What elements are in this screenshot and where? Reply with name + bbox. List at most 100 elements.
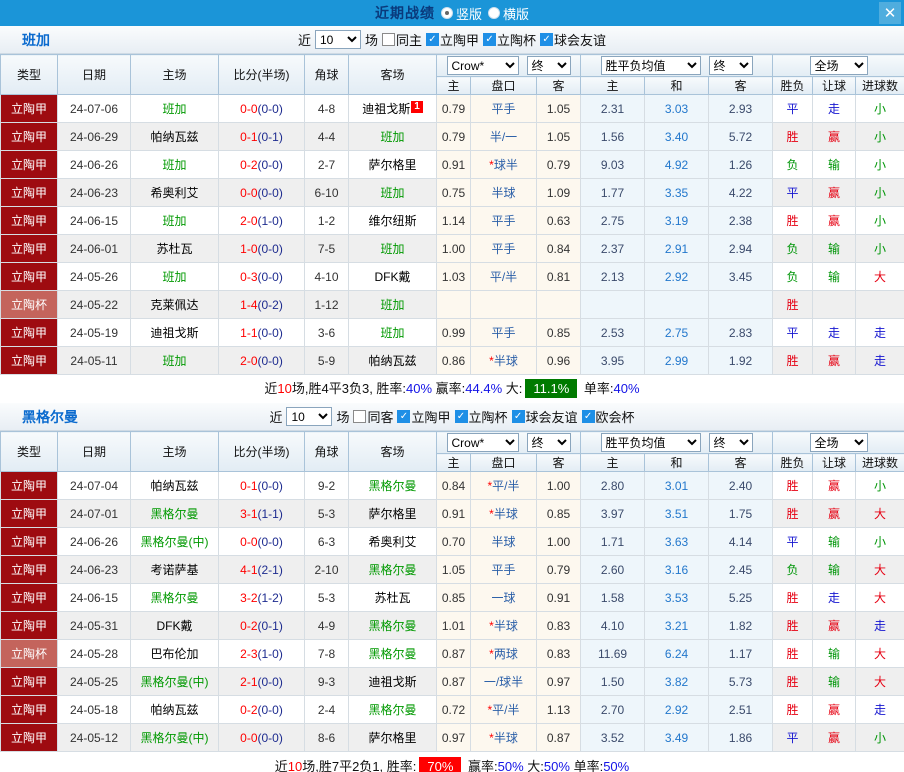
away-team-cell[interactable]: 迪祖戈斯 xyxy=(348,667,437,696)
wdl-average-select[interactable]: 胜平负均值 xyxy=(600,56,701,75)
score-cell: 0-3(0-0) xyxy=(218,262,305,291)
avg-home-cell: 3.97 xyxy=(580,499,646,528)
avg-away-cell: 5.73 xyxy=(708,667,774,696)
away-team-cell[interactable]: 萨尔格里 xyxy=(348,150,437,179)
date-cell: 24-05-22 xyxy=(57,290,131,319)
same-venue-checkbox[interactable]: 同主 xyxy=(381,30,422,49)
date-cell: 24-07-04 xyxy=(57,471,131,500)
col-avg-away: 客 xyxy=(708,453,774,472)
col-avg-draw: 和 xyxy=(644,453,710,472)
league-checkbox[interactable]: 欧会杯 xyxy=(581,407,635,426)
result-handicap-cell: 输 xyxy=(812,555,857,584)
same-venue-checkbox[interactable]: 同客 xyxy=(353,407,393,426)
home-team-cell[interactable]: 黑格尔曼(中) xyxy=(130,723,219,752)
avg-final-select[interactable]: 终 xyxy=(708,56,753,75)
home-team-cell[interactable]: 迪祖戈斯 xyxy=(130,318,219,347)
away-team-cell[interactable]: 帕纳瓦兹 xyxy=(348,346,437,375)
avg-home-cell: 2.60 xyxy=(580,555,646,584)
home-team-cell[interactable]: DFK戴 xyxy=(130,611,219,640)
league-type-cell: 立陶甲 xyxy=(0,695,58,724)
home-team-cell[interactable]: 苏杜瓦 xyxy=(130,234,219,263)
away-team-cell[interactable]: 黑格尔曼 xyxy=(348,639,437,668)
avg-draw-cell: 3.19 xyxy=(644,206,710,235)
league-checkbox[interactable]: 立陶甲 xyxy=(426,30,479,49)
match-row: 立陶甲 24-06-26 黑格尔曼(中) 0-0(0-0) 6-3 希奥利艾 0.70 半球 1… xyxy=(0,527,904,556)
away-team-cell[interactable]: 黑格尔曼 xyxy=(348,471,437,500)
team1-filters: 近 10 场 同主 立陶甲 立陶杯 球会友谊 xyxy=(298,30,606,49)
home-team-cell[interactable]: 帕纳瓦兹 xyxy=(130,695,219,724)
away-team-cell[interactable]: 班加 xyxy=(348,122,437,151)
scope-group-header: 全场 xyxy=(772,54,904,77)
odds-away-cell xyxy=(535,290,582,319)
odds-home-cell: 0.97 xyxy=(436,723,471,752)
odds-away-cell: 0.85 xyxy=(535,499,582,528)
league-checkbox[interactable]: 立陶杯 xyxy=(454,407,508,426)
home-team-cell[interactable]: 克莱佩达 xyxy=(130,290,219,319)
result-handicap-cell: 输 xyxy=(812,639,857,668)
result-goals-cell: 走 xyxy=(855,346,904,375)
avg-away-cell: 1.75 xyxy=(708,499,774,528)
away-team-cell[interactable]: 黑格尔曼 xyxy=(348,555,437,584)
away-team-cell[interactable]: DFK戴 xyxy=(348,262,437,291)
home-team-cell[interactable]: 帕纳瓦兹 xyxy=(130,471,219,500)
avg-draw-cell: 3.63 xyxy=(644,527,710,556)
home-team-cell[interactable]: 班加 xyxy=(130,262,219,291)
layout-vertical-radio[interactable]: 竖版 xyxy=(440,4,482,23)
home-team-cell[interactable]: 考诺萨基 xyxy=(130,555,219,584)
summary-part: 近 xyxy=(264,381,278,396)
odds-final-select[interactable]: 终 xyxy=(526,433,571,452)
away-team-cell[interactable]: 希奥利艾 xyxy=(348,527,437,556)
avg-home-cell: 1.77 xyxy=(580,178,646,207)
away-team-cell[interactable]: 苏杜瓦 xyxy=(348,583,437,612)
bookmaker-select[interactable]: Crow* xyxy=(446,56,519,75)
away-team-cell[interactable]: 班加 xyxy=(348,234,437,263)
league-checkbox[interactable]: 立陶杯 xyxy=(483,30,536,49)
away-team-cell[interactable]: 萨尔格里 xyxy=(348,499,437,528)
avg-group-header: 胜平负均值 终 xyxy=(580,431,774,454)
league-checkbox[interactable]: 球会友谊 xyxy=(540,30,606,49)
match-count-select[interactable]: 10 xyxy=(286,407,333,426)
star-marker: * xyxy=(487,703,493,717)
col-result-goals: 进球数 xyxy=(855,76,904,95)
away-team-cell[interactable]: 班加 xyxy=(348,290,437,319)
home-team-cell[interactable]: 帕纳瓦兹 xyxy=(130,122,219,151)
wdl-average-select[interactable]: 胜平负均值 xyxy=(600,433,701,452)
bookmaker-select[interactable]: Crow* xyxy=(446,433,519,452)
away-team-cell[interactable]: 班加 xyxy=(348,178,437,207)
full-match-select[interactable]: 全场 xyxy=(809,433,868,452)
home-team-cell[interactable]: 班加 xyxy=(130,150,219,179)
corner-cell: 4-10 xyxy=(304,262,349,291)
avg-final-select[interactable]: 终 xyxy=(708,433,753,452)
away-team-cell[interactable]: 迪祖戈斯 1 xyxy=(348,94,437,123)
odds-home-cell: 0.70 xyxy=(436,527,471,556)
away-team-cell[interactable]: 班加 xyxy=(348,318,437,347)
handicap-cell: 半球 xyxy=(470,527,537,556)
league-checkbox[interactable]: 球会友谊 xyxy=(511,407,578,426)
home-team-cell[interactable]: 黑格尔曼 xyxy=(130,499,219,528)
avg-draw-cell: 4.92 xyxy=(644,150,710,179)
home-team-cell[interactable]: 黑格尔曼 xyxy=(130,583,219,612)
match-count-select[interactable]: 10 xyxy=(314,30,361,49)
home-team-cell[interactable]: 班加 xyxy=(130,206,219,235)
away-team-cell[interactable]: 黑格尔曼 xyxy=(348,695,437,724)
home-team-cell[interactable]: 巴布伦加 xyxy=(130,639,219,668)
col-handicap: 盘口 xyxy=(470,453,537,472)
odds-final-select[interactable]: 终 xyxy=(526,56,571,75)
close-button[interactable]: ✕ xyxy=(879,2,901,24)
layout-horizontal-radio[interactable]: 横版 xyxy=(488,4,529,23)
home-team-cell[interactable]: 黑格尔曼(中) xyxy=(130,527,219,556)
home-team-cell[interactable]: 希奥利艾 xyxy=(130,178,219,207)
match-row: 立陶甲 24-06-29 帕纳瓦兹 0-1(0-1) 4-4 班加 0.79 半/一 1.05 1… xyxy=(0,122,904,151)
away-team-cell[interactable]: 维尔纽斯 xyxy=(348,206,437,235)
league-type-cell: 立陶甲 xyxy=(0,499,58,528)
home-team-cell[interactable]: 班加 xyxy=(130,346,219,375)
away-team-cell[interactable]: 黑格尔曼 xyxy=(348,611,437,640)
result-wdl-cell: 胜 xyxy=(772,667,814,696)
away-team-cell[interactable]: 萨尔格里 xyxy=(348,723,437,752)
full-match-select[interactable]: 全场 xyxy=(809,56,868,75)
odds-home-cell: 1.05 xyxy=(436,555,471,584)
home-team-cell[interactable]: 黑格尔曼(中) xyxy=(130,667,219,696)
league-checkbox[interactable]: 立陶甲 xyxy=(397,407,451,426)
home-team-cell[interactable]: 班加 xyxy=(130,94,219,123)
summary-part: 10 xyxy=(287,759,303,772)
